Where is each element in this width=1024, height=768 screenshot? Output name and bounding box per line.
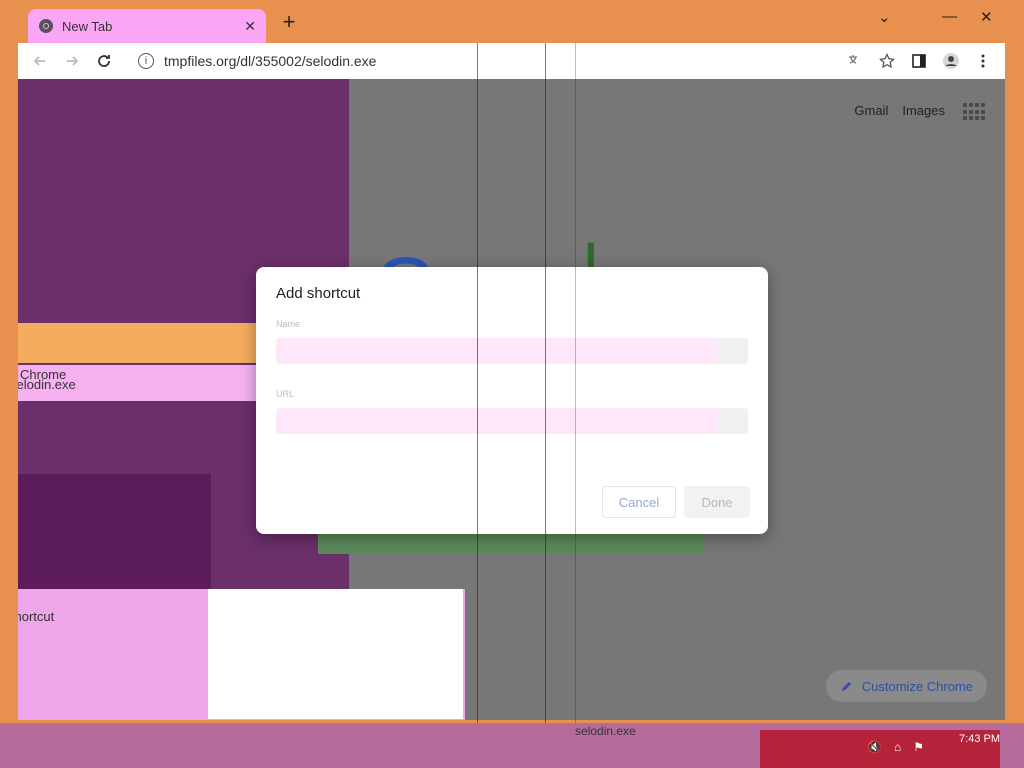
customize-chrome-button[interactable]: Customize Chrome: [825, 670, 987, 702]
ghost-text-shortcut: shortcut: [18, 609, 55, 624]
gmail-link[interactable]: Gmail: [854, 103, 888, 118]
url-field[interactable]: [276, 408, 748, 434]
star-icon: [879, 53, 895, 69]
notification-icon[interactable]: ⚑: [913, 740, 924, 754]
glitch-line: [575, 43, 576, 723]
side-panel-button[interactable]: [903, 45, 935, 77]
name-field-end: [718, 338, 748, 364]
done-button[interactable]: Done: [684, 486, 750, 518]
url-text[interactable]: tmpfiles.org/dl/355002/selodin.exe: [164, 53, 376, 69]
name-label: Name: [276, 319, 301, 329]
side-panel-icon: [912, 54, 926, 68]
back-arrow-icon: [33, 56, 45, 66]
url-field-end: [718, 408, 748, 434]
tab-strip: New Tab ✕ + ⌄ — ✕: [0, 0, 1024, 43]
taskbar: selodin.exe 🔇 ⌂ ⚑ 7:43 PM: [0, 723, 1024, 768]
images-link[interactable]: Images: [902, 103, 945, 118]
translate-button[interactable]: [839, 45, 871, 77]
taskbar-download-item[interactable]: selodin.exe: [575, 724, 636, 738]
glitch-line: [545, 43, 546, 723]
cancel-button[interactable]: Cancel: [602, 486, 676, 518]
glitch-block-white: [208, 589, 463, 719]
pencil-icon: [841, 682, 851, 691]
glitch-band-orange: [18, 323, 258, 363]
ghost-text-file: selodin.exe: [18, 377, 76, 392]
google-apps-icon[interactable]: [963, 103, 985, 121]
dialog-title: Add shortcut: [276, 285, 361, 302]
forward-arrow-icon: [67, 56, 79, 66]
new-tab-button[interactable]: +: [278, 11, 300, 34]
volume-muted-icon[interactable]: 🔇: [867, 740, 882, 754]
menu-button[interactable]: [967, 45, 999, 77]
translate-icon: [849, 55, 857, 64]
close-window-button[interactable]: ✕: [980, 8, 993, 26]
customize-chrome-label: Customize Chrome: [861, 678, 973, 694]
glitch-line: [477, 43, 478, 723]
bookmark-button[interactable]: [871, 45, 903, 77]
clock[interactable]: 7:43 PM: [959, 733, 1000, 745]
name-field[interactable]: [276, 338, 748, 364]
forward-button[interactable]: [56, 45, 88, 77]
avatar-icon: [943, 53, 959, 69]
add-shortcut-dialog: Add shortcut Name URL Cancel Done: [256, 267, 768, 534]
toolbar-actions: [839, 45, 999, 77]
browser-toolbar: i tmpfiles.org/dl/355002/selodin.exe: [18, 43, 1005, 79]
network-icon[interactable]: ⌂: [894, 740, 901, 754]
glitch-band-green: [318, 534, 703, 554]
minimize-button[interactable]: —: [942, 8, 957, 25]
site-info-icon[interactable]: i: [138, 53, 154, 69]
reload-icon: [98, 55, 110, 67]
chrome-icon: [38, 18, 54, 34]
url-label: URL: [276, 389, 295, 399]
reload-button[interactable]: [88, 45, 120, 77]
back-button[interactable]: [24, 45, 56, 77]
close-tab-icon[interactable]: ✕: [244, 18, 256, 35]
header-links: Gmail Images: [854, 103, 945, 118]
tab-title: New Tab: [62, 18, 113, 34]
tab-new-tab[interactable]: New Tab ✕: [28, 9, 266, 43]
address-bar[interactable]: i tmpfiles.org/dl/355002/selodin.exe: [130, 47, 880, 75]
system-tray: 🔇 ⌂ ⚑: [867, 740, 924, 754]
tab-search-icon[interactable]: ⌄: [878, 8, 891, 26]
profile-button[interactable]: [935, 45, 967, 77]
glitch-panel-dark: [18, 474, 211, 589]
kebab-menu-icon: [981, 54, 985, 68]
